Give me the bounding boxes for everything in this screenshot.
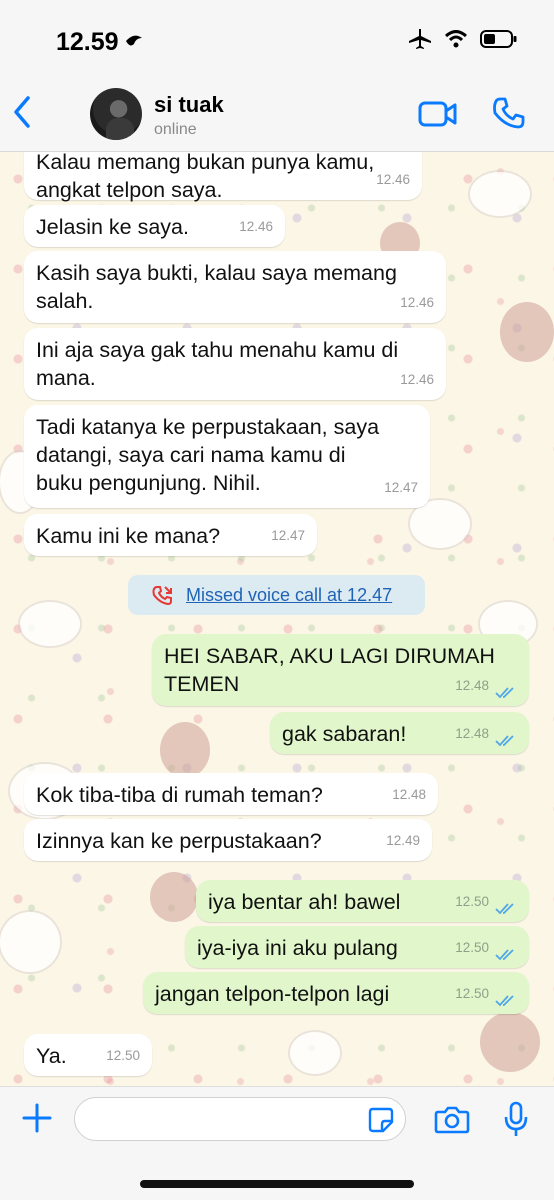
video-call-icon[interactable] bbox=[418, 100, 458, 133]
message-text: Kamu ini ke mana? bbox=[36, 524, 221, 548]
wallpaper-puppy bbox=[160, 722, 210, 778]
airplane-mode-icon bbox=[408, 28, 432, 55]
wallpaper-puppy bbox=[150, 872, 198, 922]
back-chevron-icon[interactable] bbox=[8, 92, 38, 137]
message-time: 12.48 bbox=[455, 678, 489, 693]
message-time: 12.46 bbox=[400, 372, 434, 387]
message-bubble-incoming[interactable]: Tadi katanya ke perpustakaan, saya datan… bbox=[24, 405, 430, 508]
contact-name[interactable]: si tuak bbox=[154, 92, 224, 118]
message-time: 12.50 bbox=[455, 894, 489, 909]
message-time: 12.46 bbox=[400, 295, 434, 310]
message-text: Jelasin ke saya. bbox=[36, 215, 189, 239]
wallpaper-bunny bbox=[290, 1032, 340, 1074]
avatar[interactable] bbox=[90, 88, 142, 140]
message-bubble-outgoing[interactable]: iya bentar ah! bawel 12.50 bbox=[196, 880, 529, 922]
home-indicator[interactable] bbox=[140, 1180, 414, 1188]
message-text: Kalau memang bukan punya kamu, bbox=[36, 152, 375, 174]
message-bubble-incoming[interactable]: Kasih saya bukti, kalau saya memang sala… bbox=[24, 251, 446, 323]
message-bubble-incoming[interactable]: Kalau memang bukan punya kamu, angkat te… bbox=[24, 152, 422, 202]
message-bubble-outgoing[interactable]: HEI SABAR, AKU LAGI DIRUMAH TEMEN 12.48 bbox=[152, 634, 529, 706]
message-text: angkat telpon saya. bbox=[36, 178, 223, 202]
message-bubble-incoming[interactable]: Kok tiba-tiba di rumah teman? 12.48 bbox=[24, 773, 438, 815]
contact-status: online bbox=[154, 121, 197, 138]
message-bubble-incoming[interactable]: Ini aja saya gak tahu menahu kamu di man… bbox=[24, 328, 446, 400]
message-text: buku pengunjung. Nihil. bbox=[36, 471, 261, 495]
message-text: salah. bbox=[36, 289, 94, 313]
message-input[interactable] bbox=[74, 1097, 406, 1141]
chat-area[interactable]: Kalau memang bukan punya kamu, angkat te… bbox=[0, 152, 554, 1086]
message-bubble-incoming[interactable]: Jelasin ke saya. 12.46 bbox=[24, 205, 285, 247]
message-bubble-outgoing[interactable]: gak sabaran! 12.48 bbox=[270, 712, 529, 754]
message-time: 12.50 bbox=[455, 986, 489, 1001]
message-text: Kok tiba-tiba di rumah teman? bbox=[36, 783, 323, 807]
wallpaper-puppy bbox=[500, 302, 554, 362]
message-bubble-incoming[interactable]: Ya. 12.50 bbox=[24, 1034, 152, 1076]
message-time: 12.49 bbox=[386, 833, 420, 848]
wifi-icon bbox=[444, 30, 468, 53]
read-ticks-icon bbox=[495, 995, 514, 1007]
status-time: 12.59 bbox=[56, 28, 119, 56]
read-ticks-icon bbox=[495, 735, 514, 747]
sticker-icon[interactable] bbox=[368, 1107, 394, 1138]
message-time: 12.46 bbox=[376, 172, 410, 187]
missed-call-label[interactable]: Missed voice call at 12.47 bbox=[186, 585, 392, 606]
message-bubble-outgoing[interactable]: iya-iya ini aku pulang 12.50 bbox=[185, 926, 529, 968]
voice-call-icon[interactable] bbox=[492, 96, 526, 135]
missed-call-icon bbox=[152, 586, 172, 605]
message-time: 12.48 bbox=[392, 787, 426, 802]
camera-icon[interactable] bbox=[434, 1105, 470, 1140]
message-text: mana. bbox=[36, 366, 96, 390]
message-text: Izinnya kan ke perpustakaan? bbox=[36, 829, 322, 853]
message-text: Kasih saya bukti, kalau saya memang bbox=[36, 261, 397, 285]
message-time: 12.46 bbox=[239, 219, 273, 234]
message-time: 12.50 bbox=[106, 1048, 140, 1063]
message-bubble-incoming[interactable]: Kamu ini ke mana? 12.47 bbox=[24, 514, 317, 556]
wallpaper-puppy bbox=[480, 1012, 540, 1072]
message-text: Ini aja saya gak tahu menahu kamu di bbox=[36, 338, 399, 362]
read-ticks-icon bbox=[495, 903, 514, 915]
microphone-icon[interactable] bbox=[503, 1101, 529, 1144]
missed-call-notice[interactable]: Missed voice call at 12.47 bbox=[128, 575, 425, 615]
message-bubble-outgoing[interactable]: jangan telpon-telpon lagi 12.50 bbox=[143, 972, 529, 1014]
message-time: 12.47 bbox=[271, 528, 305, 543]
plus-icon[interactable] bbox=[20, 1101, 54, 1140]
chat-header: si tuak online bbox=[0, 78, 554, 152]
read-ticks-icon bbox=[495, 687, 514, 699]
message-text: datangi, saya cari nama kamu di bbox=[36, 443, 346, 467]
message-text: HEI SABAR, AKU LAGI DIRUMAH bbox=[164, 644, 495, 668]
message-time: 12.48 bbox=[455, 726, 489, 741]
read-ticks-icon bbox=[495, 949, 514, 961]
message-time: 12.47 bbox=[384, 480, 418, 495]
wallpaper-bunny bbox=[470, 172, 530, 216]
message-text: Tadi katanya ke perpustakaan, saya bbox=[36, 415, 380, 439]
battery-icon bbox=[480, 29, 518, 54]
status-icons bbox=[408, 28, 518, 55]
focus-moon-icon bbox=[124, 32, 144, 55]
wallpaper-bunny bbox=[0, 912, 60, 972]
message-bubble-incoming[interactable]: Izinnya kan ke perpustakaan? 12.49 bbox=[24, 819, 432, 861]
message-time: 12.50 bbox=[455, 940, 489, 955]
wallpaper-bunny bbox=[20, 602, 80, 646]
status-bar: 12.59 bbox=[0, 0, 554, 78]
